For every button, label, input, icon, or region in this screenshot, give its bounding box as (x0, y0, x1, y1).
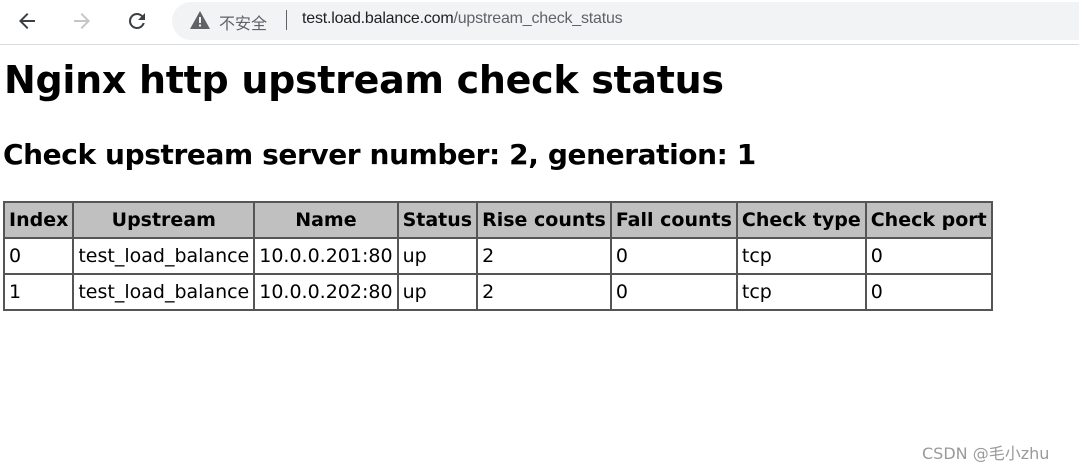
browser-toolbar: 不安全 test.load.balance.com/upstream_check… (0, 0, 1079, 45)
column-header-name: Name (253, 201, 399, 239)
back-button[interactable] (12, 6, 42, 36)
arrow-left-icon (19, 13, 35, 29)
url-path: /upstream_check_status (453, 10, 623, 27)
reload-button[interactable] (122, 6, 152, 36)
url-text[interactable]: test.load.balance.com/upstream_check_sta… (302, 10, 623, 28)
upstream-status-table: Index Upstream Name Status Rise counts F… (2, 201, 993, 311)
arrow-right-icon (74, 13, 90, 29)
column-header-check-port: Check port (864, 201, 993, 239)
cell-index: 1 (2, 273, 75, 311)
cell-check-type: tcp (735, 237, 867, 275)
column-header-check-type: Check type (735, 201, 867, 239)
watermark: CSDN @毛小zhu (922, 444, 1050, 463)
cell-check-type: tcp (735, 273, 867, 311)
cell-rise-counts: 2 (476, 237, 612, 275)
page-title: Nginx http upstream check status (4, 58, 724, 102)
column-header-status: Status (396, 201, 479, 239)
forward-button[interactable] (67, 6, 97, 36)
address-separator (286, 10, 287, 30)
table-row: 1 test_load_balance 10.0.0.202:80 up 2 0… (2, 273, 993, 311)
cell-fall-counts: 0 (609, 237, 738, 275)
cell-name: 10.0.0.201:80 (253, 237, 399, 275)
cell-status: up (396, 237, 479, 275)
cell-rise-counts: 2 (476, 273, 612, 311)
cell-upstream: test_load_balance (72, 273, 256, 311)
table-row: 0 test_load_balance 10.0.0.201:80 up 2 0… (2, 237, 993, 275)
cell-status: up (396, 273, 479, 311)
cell-check-port: 0 (864, 273, 993, 311)
reload-icon (128, 12, 145, 29)
cell-index: 0 (2, 237, 75, 275)
cell-fall-counts: 0 (609, 273, 738, 311)
warning-triangle-icon (190, 11, 210, 29)
cell-check-port: 0 (864, 237, 993, 275)
column-header-fall-counts: Fall counts (609, 201, 738, 239)
security-label[interactable]: 不安全 (219, 10, 267, 34)
url-host: test.load.balance.com (302, 10, 454, 27)
table-header-row: Index Upstream Name Status Rise counts F… (2, 201, 993, 239)
cell-name: 10.0.0.202:80 (253, 273, 399, 311)
page-subtitle: Check upstream server number: 2, generat… (3, 138, 756, 171)
column-header-upstream: Upstream (72, 201, 256, 239)
column-header-rise-counts: Rise counts (476, 201, 612, 239)
cell-upstream: test_load_balance (72, 237, 256, 275)
column-header-index: Index (2, 201, 75, 239)
